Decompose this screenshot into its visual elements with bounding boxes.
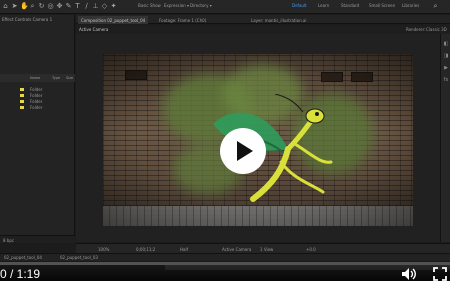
select-tool-icon[interactable]: ➤	[11, 3, 18, 10]
workspace-default[interactable]: Default	[292, 3, 307, 8]
col-size[interactable]: Size	[66, 76, 73, 80]
time-display: 0 / 1:19	[0, 267, 41, 281]
timecode[interactable]: 0;00;11;2	[136, 247, 155, 252]
preview-icon[interactable]: ▶	[443, 66, 449, 71]
tab-composition[interactable]: Composition 02_puppet_tool_04	[78, 16, 149, 24]
hand-tool-icon[interactable]: ✋	[20, 3, 29, 10]
renderer-label: Renderer:	[406, 27, 426, 32]
tab-timeline-03[interactable]: 02_puppet_tool_03	[60, 255, 98, 260]
progress-bar[interactable]	[0, 262, 450, 265]
toolbar-show[interactable]: Show	[150, 3, 161, 8]
play-icon	[237, 141, 253, 161]
effects-icon[interactable]: fx	[443, 78, 449, 83]
camera-select[interactable]: Active Camera	[222, 247, 251, 252]
exposure-value[interactable]: +0.0	[306, 247, 316, 252]
folder-icon	[20, 94, 24, 97]
effect-controls-panel: Effect Controls Camera 1 Name Type Size …	[0, 15, 75, 243]
home-tool-icon[interactable]: ⌂	[2, 3, 9, 10]
col-name[interactable]: Name	[30, 76, 40, 80]
text-tool-icon[interactable]: T	[74, 3, 81, 10]
resolution-select[interactable]: Half	[180, 247, 188, 252]
toolbar-basic[interactable]: Basic	[138, 3, 149, 8]
info-icon[interactable]: ◧	[443, 42, 449, 47]
pen-tool-icon[interactable]: ✎	[65, 3, 72, 10]
workspace-small-screen[interactable]: Small Screen	[369, 3, 395, 8]
renderer-value[interactable]: Classic 3D	[426, 27, 447, 32]
brush-tool-icon[interactable]: ∕	[83, 3, 90, 10]
bpc-label[interactable]: 8 bpc	[3, 238, 14, 243]
toolbar-expression[interactable]: Expression ▾	[164, 3, 189, 8]
audio-icon[interactable]: ◨	[443, 54, 449, 59]
workspace-standard[interactable]: Standard	[341, 3, 359, 8]
list-item[interactable]: Folder	[20, 105, 70, 111]
rotate-tool-icon[interactable]: ↻	[38, 3, 45, 10]
composition-header: Active Camera Renderer: Classic 3D	[76, 25, 450, 34]
camera-tool-icon[interactable]: ◎	[47, 3, 54, 10]
stamp-tool-icon[interactable]: ⊥	[92, 3, 99, 10]
composition-tabs: Composition 02_puppet_tool_04 Footage: F…	[76, 15, 450, 24]
workspace-libraries[interactable]: Libraries	[402, 3, 419, 8]
pan-tool-icon[interactable]: ✥	[56, 3, 63, 10]
tab-footage[interactable]: Footage: Frame 1 (Ch0)	[156, 16, 209, 24]
eraser-tool-icon[interactable]: ◇	[101, 3, 108, 10]
tab-timeline-04[interactable]: 02_puppet_tool_04	[4, 255, 42, 260]
folder-icon	[20, 100, 24, 103]
toolbar-directory[interactable]: Directory ▾	[190, 3, 212, 8]
zoom-tool-icon[interactable]: ⌕	[29, 3, 36, 10]
volume-icon[interactable]	[401, 267, 417, 281]
folder-icon	[20, 88, 24, 91]
viewer-footer: 100% 0;00;11;2 Half Active Camera 1 View…	[76, 243, 450, 253]
col-type[interactable]: Type	[52, 76, 60, 80]
search-icon[interactable]: ⌕	[432, 3, 439, 10]
view-label: Active Camera	[79, 27, 109, 32]
folder-icon	[20, 106, 24, 109]
zoom-level[interactable]: 100%	[98, 247, 109, 252]
tab-layer[interactable]: Layer: mantis_illustration.ai	[248, 16, 309, 24]
fullscreen-icon[interactable]	[433, 267, 447, 281]
video-player-controls: 0 / 1:19	[0, 262, 450, 281]
play-button[interactable]	[220, 128, 266, 174]
effect-controls-tab[interactable]: Effect Controls Camera 1	[2, 17, 52, 25]
timeline-tabs: 02_puppet_tool_04 02_puppet_tool_03	[0, 253, 450, 261]
views-select[interactable]: 1 View	[260, 247, 273, 252]
project-footer: 8 bpc	[0, 235, 75, 243]
right-toolstrip: ◧ ◨ ▶ fx	[440, 34, 450, 242]
puppet-tool-icon[interactable]: ✦	[110, 3, 117, 10]
app-toolbar: ⌂ ➤ ✋ ⌕ ↻ ◎ ✥ ✎ T ∕ ⊥ ◇ ✦ Basic Show Exp…	[0, 0, 450, 14]
workspace-learn[interactable]: Learn	[318, 3, 329, 8]
project-column-header: Name Type Size	[0, 74, 75, 82]
